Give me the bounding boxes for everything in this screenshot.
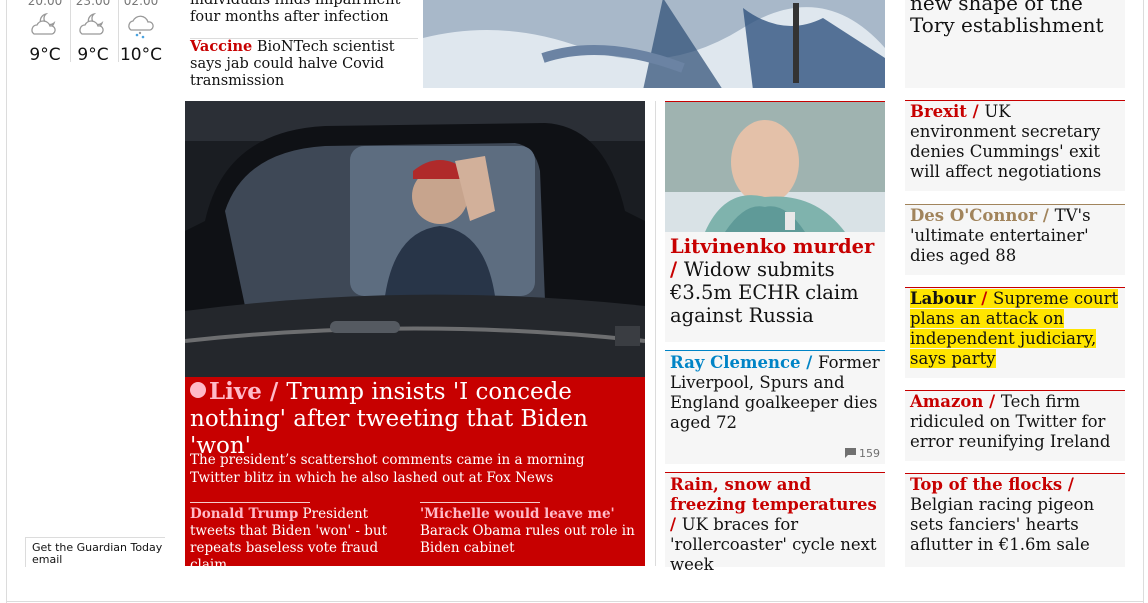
- trump-car-photo: [185, 101, 645, 377]
- forecast-time: 20:00: [27, 0, 63, 8]
- story-kicker: Litvinenko murder: [670, 235, 875, 258]
- page-frame-left: [6, 0, 7, 603]
- newsletter-signup-link[interactable]: Get the Guardian Today email: [25, 537, 165, 567]
- forecast-temp: 9°C: [77, 45, 109, 65]
- story-card[interactable]: Des O'Connor / TV's 'ultimate entertaine…: [905, 204, 1125, 275]
- page-frame-right: [1143, 0, 1144, 603]
- story-card[interactable]: Litvinenko murder / Widow submits €3.5m …: [665, 101, 885, 342]
- story-card[interactable]: Brexit / UK environment secretary denies…: [905, 100, 1125, 191]
- headline-text: UK braces for 'rollercoaster' cycle next…: [670, 515, 877, 574]
- main-story-card[interactable]: Live / Trump insists 'I concede nothing'…: [185, 101, 645, 573]
- story-kicker: Rain, snow and freezing temperatures: [670, 475, 877, 514]
- column-divider: [655, 101, 656, 566]
- story-card[interactable]: Labour / Supreme court plans an attack o…: [905, 287, 1125, 378]
- top-right-story[interactable]: new shape of the Tory establishment: [905, 0, 1125, 88]
- sublink-rule: [190, 502, 310, 503]
- story-headline: Brexit / UK environment secretary denies…: [905, 101, 1125, 182]
- kicker-separator: /: [670, 258, 684, 281]
- story-headline: Top of the flocks / Belgian racing pigeo…: [905, 474, 1125, 555]
- top-story-list: individuals finds impairment four months…: [190, 0, 420, 90]
- forecast-item: 23:00 9°C: [70, 0, 116, 66]
- kicker-separator: /: [1062, 475, 1074, 494]
- partly-cloudy-night-icon: [31, 12, 56, 35]
- headline-text: Widow submits €3.5m ECHR claim against R…: [670, 258, 859, 327]
- story-kicker: Amazon: [910, 392, 984, 411]
- main-standfirst: The president’s scattershot comments cam…: [190, 452, 585, 486]
- comment-icon: [844, 448, 856, 458]
- kicker-separator: /: [800, 353, 819, 372]
- comment-count[interactable]: 159: [844, 447, 880, 460]
- story-headline: new shape of the Tory establishment: [910, 0, 1104, 37]
- hospital-photo-art: [423, 0, 885, 88]
- story-kicker: Ray Clemence: [670, 353, 801, 372]
- forecast-time: 23:00: [75, 0, 111, 8]
- story-card[interactable]: Rain, snow and freezing temperatures / U…: [665, 472, 885, 574]
- story-kicker: Brexit: [910, 102, 967, 121]
- story-kicker: Top of the flocks: [910, 475, 1063, 494]
- kicker-separator: /: [670, 515, 682, 534]
- story-headline: Litvinenko murder / Widow submits €3.5m …: [670, 235, 882, 327]
- sublink[interactable]: 'Michelle would leave me' Barack Obama r…: [420, 506, 635, 557]
- weather-forecast: 20:00 9°C 23:00 9°C 02:00 10°C: [22, 0, 172, 74]
- story-headline: Des O'Connor / TV's 'ultimate entertaine…: [905, 205, 1125, 266]
- kicker-separator: /: [975, 289, 994, 308]
- partly-cloudy-night-icon: [79, 12, 104, 35]
- sublink-text: Barack Obama rules out role in Biden cab…: [420, 523, 635, 556]
- top-story-link[interactable]: individuals finds impairment four months…: [190, 0, 420, 32]
- story-kicker: Vaccine: [190, 38, 253, 55]
- comment-count-value: 159: [859, 447, 880, 460]
- sublink-kicker: 'Michelle would leave me': [420, 506, 615, 522]
- trump-car-photo-art: [185, 101, 645, 377]
- sublink[interactable]: Donald Trump President tweets that Biden…: [190, 506, 405, 574]
- forecast-temp: 10°C: [119, 45, 162, 65]
- page-frame-bottom: [6, 601, 1144, 602]
- main-headline: Live / Trump insists 'I concede nothing'…: [190, 378, 642, 460]
- litvinenko-photo-art: [665, 102, 885, 232]
- kicker-separator: /: [966, 102, 985, 121]
- story-card[interactable]: Top of the flocks / Belgian racing pigeo…: [905, 473, 1125, 567]
- forecast-time: 02:00: [123, 0, 159, 8]
- kicker-separator: /: [983, 392, 1001, 411]
- live-kicker: Live: [209, 378, 262, 405]
- forecast-item: 20:00 9°C: [22, 0, 68, 66]
- forecast-item: 02:00 10°C: [118, 0, 164, 66]
- story-kicker: Labour: [910, 289, 976, 308]
- story-kicker: Des O'Connor: [910, 206, 1038, 225]
- kicker-separator: /: [1037, 206, 1055, 225]
- sublink-rule: [420, 502, 540, 503]
- kicker-separator: /: [261, 378, 287, 405]
- story-headline: Ray Clemence / Former Liverpool, Spurs a…: [665, 351, 885, 433]
- hospital-photo[interactable]: [423, 0, 885, 88]
- story-headline: Amazon / Tech firm ridiculed on Twitter …: [905, 391, 1125, 452]
- story-card[interactable]: Amazon / Tech firm ridiculed on Twitter …: [905, 390, 1125, 461]
- sleet-icon: [128, 15, 154, 39]
- top-story-link[interactable]: Vaccine BioNTech scientist says jab coul…: [190, 38, 420, 90]
- live-dot-icon: [190, 382, 206, 398]
- litvinenko-photo: [665, 102, 885, 232]
- sublink-kicker: Donald Trump: [190, 506, 299, 522]
- headline-text: Belgian racing pigeon sets fanciers' hea…: [910, 495, 1095, 554]
- story-headline: Rain, snow and freezing temperatures / U…: [665, 473, 885, 575]
- story-card[interactable]: Ray Clemence / Former Liverpool, Spurs a…: [665, 350, 885, 464]
- forecast-temp: 9°C: [29, 45, 61, 65]
- divider: [190, 38, 418, 39]
- story-headline: Labour / Supreme court plans an attack o…: [905, 288, 1125, 369]
